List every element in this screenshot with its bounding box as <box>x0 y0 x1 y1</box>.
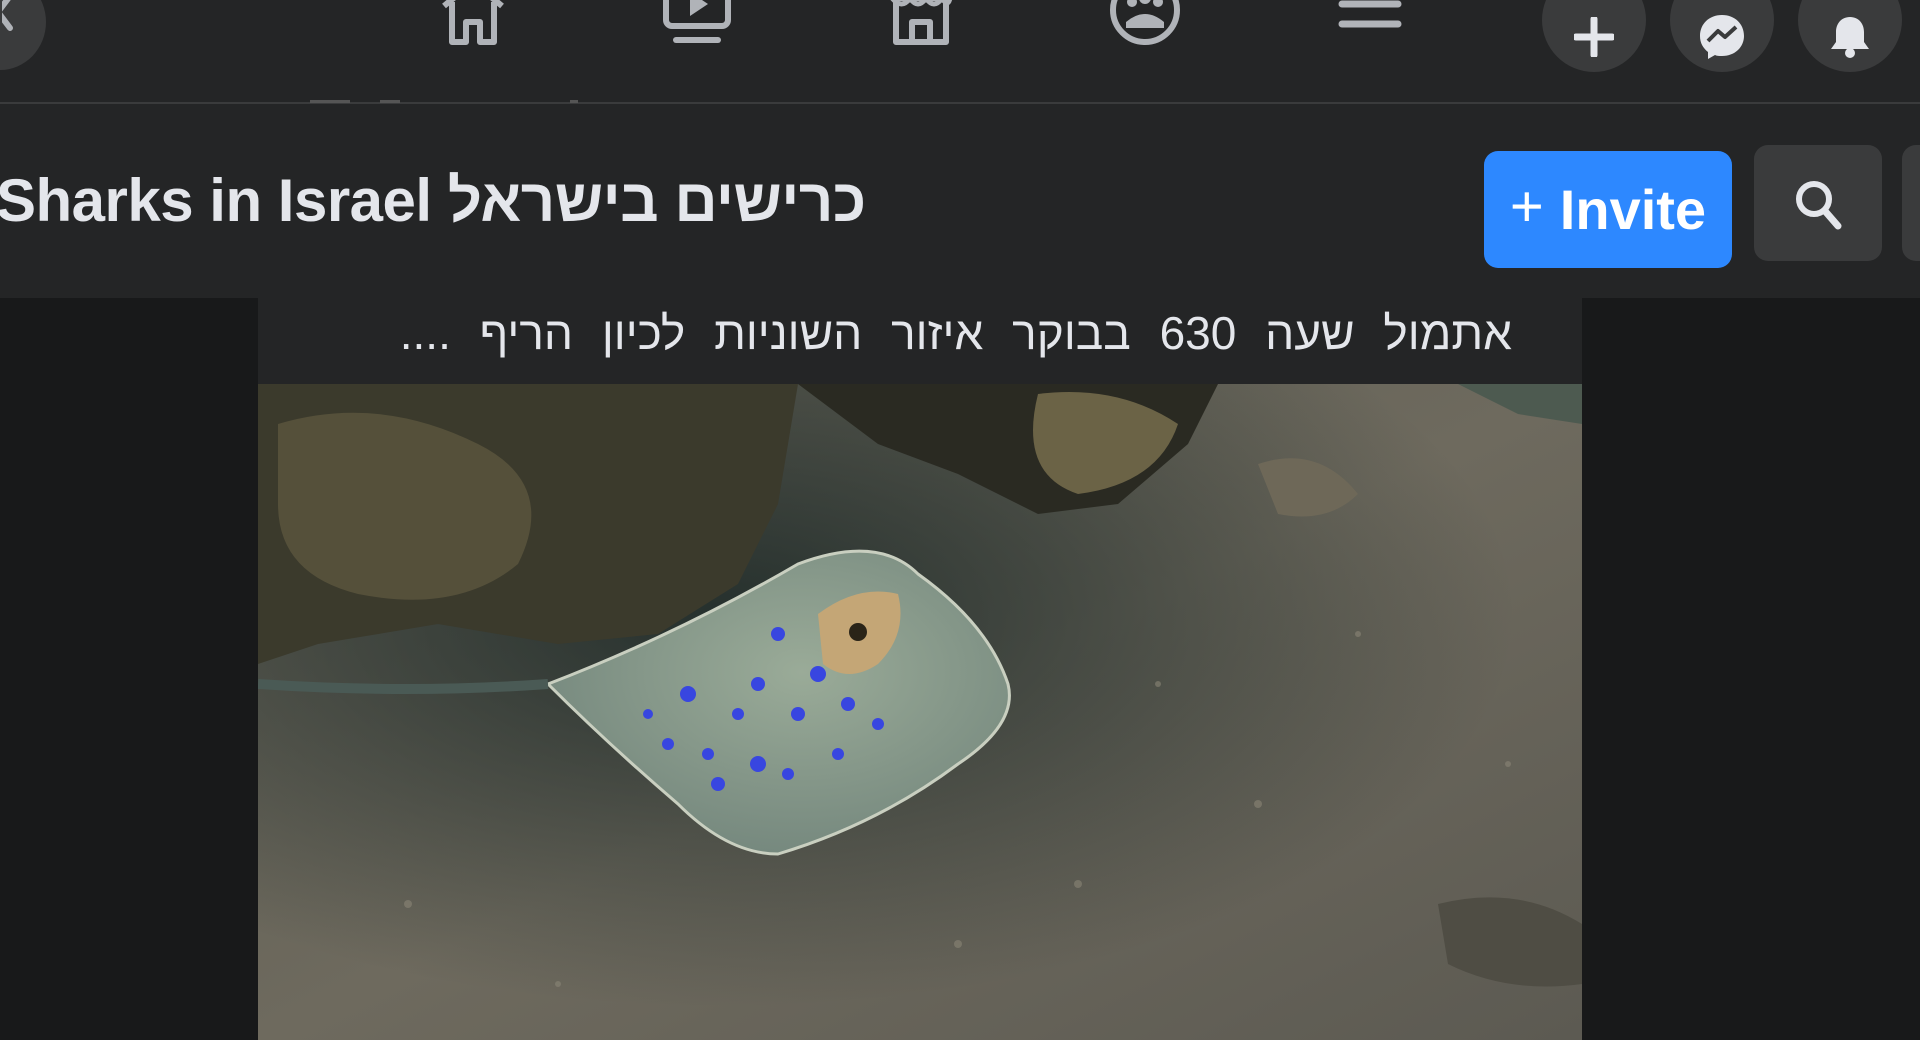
back-button[interactable] <box>0 0 46 70</box>
post-video-thumbnail[interactable] <box>258 384 1582 1040</box>
plus-icon: + <box>1509 174 1544 239</box>
create-button[interactable] <box>1542 0 1646 72</box>
more-options-button[interactable] <box>1902 145 1920 261</box>
invite-button[interactable]: + Invite <box>1484 151 1732 268</box>
search-button[interactable] <box>1754 145 1882 261</box>
watch-icon[interactable] <box>662 0 732 48</box>
search-icon <box>1796 181 1842 230</box>
marketplace-icon[interactable] <box>886 0 956 48</box>
stingray-image <box>258 384 1582 1040</box>
home-icon[interactable] <box>438 0 508 48</box>
top-navigation-bar <box>0 0 1920 104</box>
chevron-left-icon <box>2 0 13 31</box>
messenger-button[interactable] <box>1670 0 1774 72</box>
group-title[interactable]: Sharks in Israel כרישים בישראל <box>0 166 866 235</box>
plus-icon <box>1574 17 1614 57</box>
group-header: Sharks in Israel כרישים בישראל + Invite <box>0 104 1920 298</box>
groups-icon[interactable] <box>1108 0 1182 52</box>
bell-icon <box>1831 17 1869 58</box>
invite-label: Invite <box>1559 178 1707 241</box>
post-card: אתמול שעה 630 בבוקר איזור השוניות לכיון … <box>258 298 1582 384</box>
post-text: אתמול שעה 630 בבוקר איזור השוניות לכיון … <box>399 307 1512 359</box>
notifications-button[interactable] <box>1798 0 1902 72</box>
messenger-icon <box>1700 15 1744 59</box>
menu-icon[interactable] <box>1338 0 1402 48</box>
